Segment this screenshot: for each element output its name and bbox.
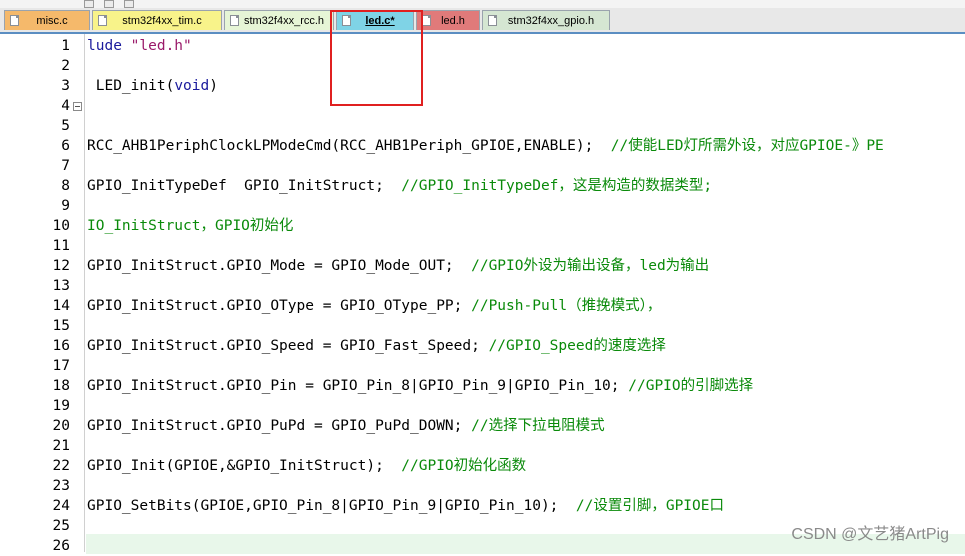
code-comment: //使能LED灯所需外设，对应GPIOE-》PE [610,138,884,154]
toolbar-button[interactable] [124,0,134,8]
code-text: GPIO_InitStruct.GPIO_Mode = GPIO_Mode_OU… [87,258,472,274]
line-number: 23 [52,478,70,494]
toolbar-button[interactable] [104,0,114,8]
code-comment: //GPIO初始化函数 [401,458,527,474]
code-text: GPIO_InitStruct.GPIO_OType = GPIO_OType_… [87,298,472,314]
line-number: 8 [61,178,70,194]
line-number: 18 [52,378,70,394]
code-text: GPIO_InitStruct.GPIO_Speed = GPIO_Fast_S… [87,338,489,354]
editor-tab-bar: misc.c stm32f4xx_tim.c stm32f4xx_rcc.h led.… [0,8,965,34]
watermark: CSDN @文艺猪ArtPig [791,526,949,543]
line-number: 16 [52,338,70,354]
code-line[interactable]: GPIO_InitStruct.GPIO_Pin = GPIO_Pin_8|GP… [87,376,753,396]
tab-stm32f4xx-tim-c[interactable]: stm32f4xx_tim.c [92,10,222,30]
line-number: 24 [52,498,70,514]
line-number: 6 [61,138,70,154]
line-number-gutter: 1 2 3 4 5 6 7 8 9 10 11 12 13 14 15 16 17 18 19 20 21 22 23 24 2… [0,34,86,554]
code-keyword: lude [87,38,131,54]
tab-label: stm32f4xx_gpio.h [507,15,595,27]
tab-stm32f4xx-gpio-h[interactable]: stm32f4xx_gpio.h [482,10,610,30]
code-keyword: void [174,78,210,94]
code-comment: //GPIO外设为输出设备，led为输出 [471,258,710,274]
code-editor[interactable]: 1 2 3 4 5 6 7 8 9 10 11 12 13 14 15 16 17 18 19 20 21 22 23 24 2… [0,34,965,554]
code-text: RCC_AHB1PeriphClockLPModeCmd(RCC_AHB1Per… [87,138,611,154]
code-string: "led.h" [130,38,192,54]
line-number: 17 [52,358,70,374]
code-comment: //GPIO_InitTypeDef，这是构造的数据类型; [401,178,713,194]
code-comment: //设置引脚，GPIOE口 [575,498,724,514]
code-line[interactable]: lude "led.h" [87,36,192,56]
code-text: GPIO_InitStruct.GPIO_Pin = GPIO_Pin_8|GP… [87,378,629,394]
line-number: 13 [52,278,70,294]
line-number: 2 [61,58,70,74]
tab-label: stm32f4xx_rcc.h [243,15,325,27]
code-line[interactable]: GPIO_InitStruct.GPIO_OType = GPIO_OType_… [87,296,661,316]
tab-label: led.h [441,15,465,27]
tab-label: stm32f4xx_tim.c [122,15,202,27]
line-number: 9 [61,198,70,214]
line-number: 4 [61,98,70,114]
toolbar-button[interactable] [84,0,94,8]
line-number: 14 [52,298,70,314]
line-number: 10 [52,218,70,234]
code-text: GPIO_InitStruct.GPIO_PuPd = GPIO_PuPd_DO… [87,418,472,434]
line-number: 11 [52,238,70,254]
code-comment: IO_InitStruct，GPIO初始化 [87,218,294,234]
code-line[interactable]: RCC_AHB1PeriphClockLPModeCmd(RCC_AHB1Per… [87,136,884,156]
code-line[interactable]: GPIO_InitStruct.GPIO_Speed = GPIO_Fast_S… [87,336,666,356]
line-number: 25 [52,518,70,534]
tab-stm32f4xx-rcc-h[interactable]: stm32f4xx_rcc.h [224,10,334,30]
code-line[interactable]: GPIO_InitStruct.GPIO_Mode = GPIO_Mode_OU… [87,256,709,276]
line-number: 19 [52,398,70,414]
line-number: 7 [61,158,70,174]
code-comment: //Push-Pull（推挽模式）， [471,298,662,314]
line-number: 21 [52,438,70,454]
code-line[interactable]: GPIO_Init(GPIOE,&GPIO_InitStruct); //GPI… [87,456,526,476]
gutter-divider [84,34,85,552]
line-number: 5 [61,118,70,134]
code-comment: //选择下拉电阻模式 [471,418,605,434]
code-text: GPIO_InitTypeDef GPIO_InitStruct; [87,178,402,194]
code-line[interactable]: LED_init(void) [87,76,218,96]
code-line[interactable]: GPIO_InitStruct.GPIO_PuPd = GPIO_PuPd_DO… [87,416,605,436]
line-number: 22 [52,458,70,474]
line-number: 15 [52,318,70,334]
code-line[interactable]: GPIO_InitTypeDef GPIO_InitStruct; //GPIO… [87,176,712,196]
line-number: 20 [52,418,70,434]
line-number: 26 [52,538,70,554]
tab-misc-c[interactable]: misc.c [4,10,90,30]
code-comment: //GPIO_Speed的速度选择 [488,338,666,354]
code-text: GPIO_Init(GPIOE,&GPIO_InitStruct); [87,458,402,474]
code-text: LED_init( [87,78,175,94]
line-number: 12 [52,258,70,274]
code-comment: //GPIO的引脚选择 [628,378,754,394]
line-number: 3 [61,78,70,94]
line-number: 1 [61,38,70,54]
code-line[interactable]: IO_InitStruct，GPIO初始化 [87,216,293,236]
tab-label: misc.c [36,15,68,27]
annotation-highlight-box [330,10,423,106]
code-text: GPIO_SetBits(GPIOE,GPIO_Pin_8|GPIO_Pin_9… [87,498,576,514]
code-line[interactable]: GPIO_SetBits(GPIOE,GPIO_Pin_8|GPIO_Pin_9… [87,496,724,516]
fold-collapse-icon[interactable] [73,102,82,111]
tab-led-h[interactable]: led.h [416,10,480,30]
code-text: ) [209,78,218,94]
